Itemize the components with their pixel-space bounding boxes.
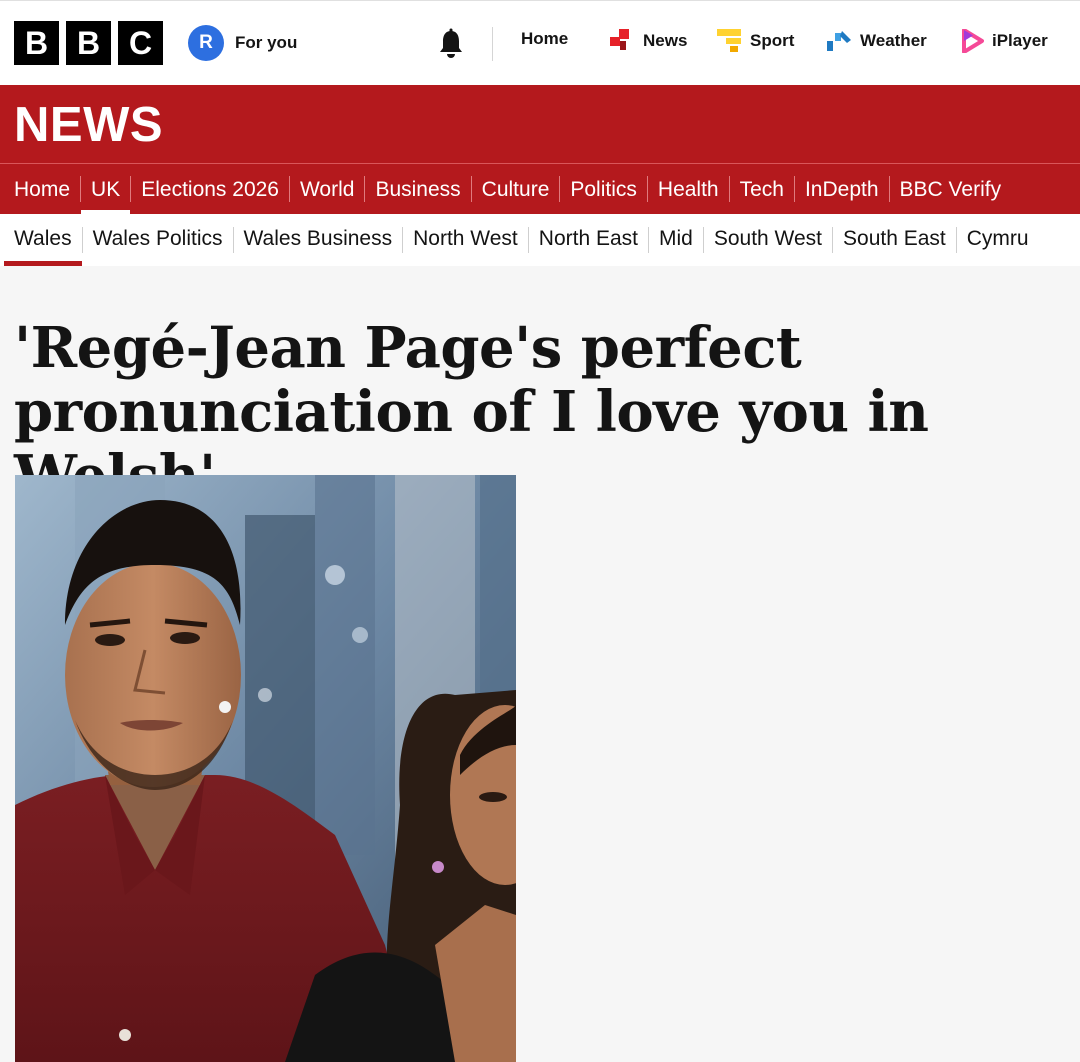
header-divider (492, 27, 493, 61)
global-nav-weather-label: Weather (860, 31, 927, 50)
avatar: R (188, 25, 224, 61)
secondary-nav-south-west[interactable]: South West (704, 214, 832, 266)
primary-nav-indepth[interactable]: InDepth (795, 164, 889, 215)
global-nav-weather[interactable]: Weather (827, 29, 927, 53)
primary-nav-bbc-verify[interactable]: BBC Verify (890, 164, 1012, 215)
global-header: B B C R For you Home News Sport Weather … (0, 0, 1080, 85)
primary-nav-elections-2026[interactable]: Elections 2026 (131, 164, 289, 215)
secondary-nav-north-east[interactable]: North East (529, 214, 648, 266)
primary-nav-health[interactable]: Health (648, 164, 729, 215)
sport-icon (717, 29, 741, 52)
primary-nav-politics[interactable]: Politics (560, 164, 647, 215)
bell-icon[interactable] (436, 28, 466, 60)
account-for-you-link[interactable]: R For you (188, 25, 297, 61)
article-image (15, 475, 516, 1062)
secondary-nav-cymru[interactable]: Cymru (957, 214, 1039, 266)
secondary-nav-south-east[interactable]: South East (833, 214, 956, 266)
bbc-logo-letter-1: B (14, 21, 59, 65)
for-you-label: For you (235, 33, 298, 52)
bbc-logo[interactable]: B B C (14, 21, 163, 65)
headline-line-1: 'Regé-Jean Page's perfect (14, 315, 802, 381)
bbc-logo-letter-3: C (118, 21, 163, 65)
secondary-nav-north-west[interactable]: North West (403, 214, 528, 266)
primary-nav-business[interactable]: Business (365, 164, 470, 215)
global-nav-news-label: News (643, 31, 688, 50)
primary-nav-world[interactable]: World (290, 164, 364, 215)
bbc-logo-letter-2: B (66, 21, 111, 65)
secondary-nav-mid[interactable]: Mid (649, 214, 703, 266)
primary-nav-culture[interactable]: Culture (472, 164, 560, 215)
global-nav-sport-label: Sport (750, 31, 795, 50)
global-nav-iplayer[interactable]: iPlayer (962, 29, 1048, 53)
iplayer-play-icon (962, 29, 984, 53)
news-banner: NEWS (0, 85, 1080, 163)
primary-nav-home[interactable]: Home (4, 164, 80, 215)
primary-nav: Home UK Elections 2026 World Business Cu… (0, 163, 1080, 215)
secondary-nav: Wales Wales Politics Wales Business Nort… (0, 214, 1080, 266)
global-nav-news[interactable]: News (610, 29, 687, 53)
primary-nav-tech[interactable]: Tech (730, 164, 794, 215)
news-section-title[interactable]: NEWS (14, 97, 163, 153)
primary-nav-uk[interactable]: UK (81, 164, 131, 215)
weather-icon (827, 31, 851, 51)
global-nav-iplayer-label: iPlayer (992, 31, 1048, 50)
global-nav-home-label: Home (521, 29, 569, 48)
news-icon (610, 29, 629, 50)
secondary-nav-wales[interactable]: Wales (4, 214, 82, 266)
secondary-nav-wales-business[interactable]: Wales Business (234, 214, 403, 266)
secondary-nav-wales-politics[interactable]: Wales Politics (83, 214, 233, 266)
global-nav-home[interactable]: Home (521, 29, 568, 49)
global-nav-sport[interactable]: Sport (717, 29, 794, 53)
